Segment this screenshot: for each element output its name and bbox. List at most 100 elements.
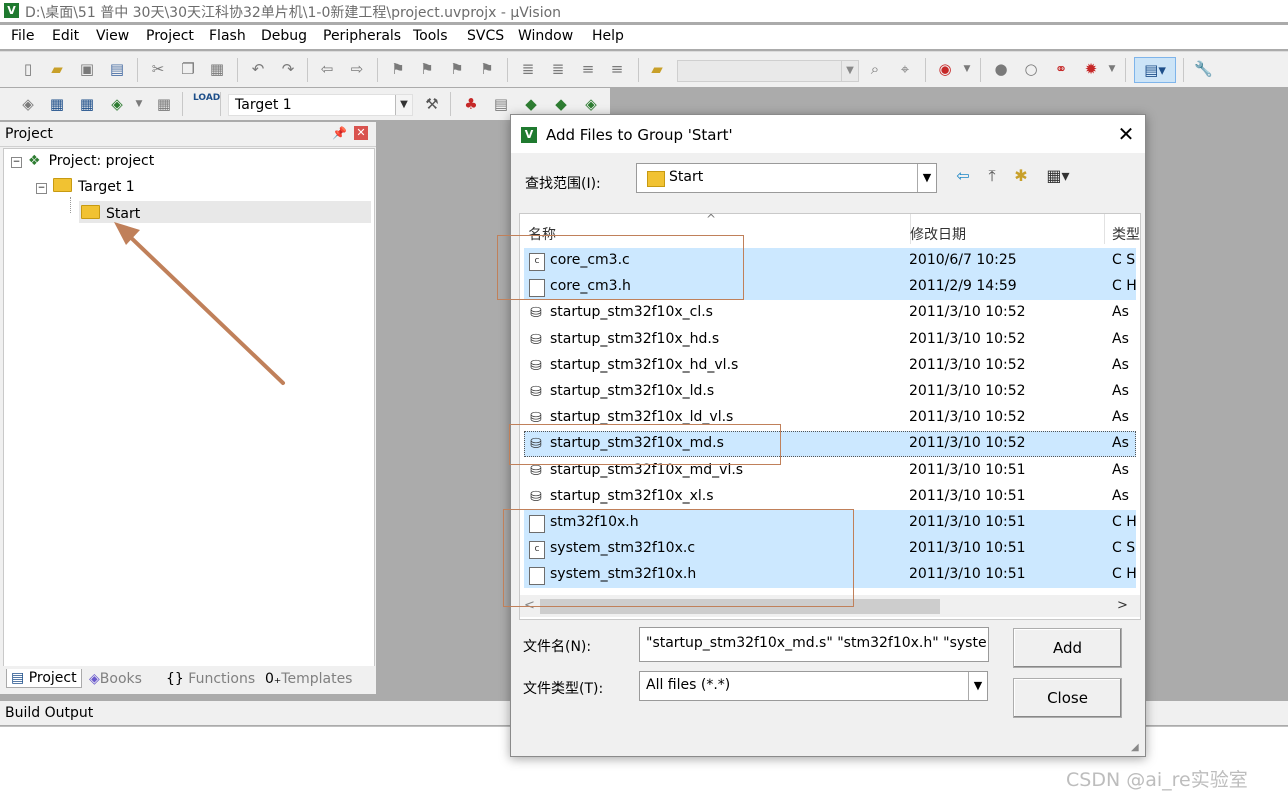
view-menu-icon[interactable]: ▦▾ [1041,166,1075,186]
toolbar-separator [450,92,451,116]
file-row[interactable]: ⛁ startup_stm32f10x_hd_vl.s 2011/3/10 10:5… [524,353,1136,379]
menu-file[interactable]: File [11,28,34,44]
indent-icon[interactable]: ≣ [519,60,537,78]
menu-peripherals[interactable]: Peripherals [323,28,401,44]
filetype-select[interactable]: All files (*.*) ▼ [639,671,988,701]
close-icon[interactable]: ✕ [1114,122,1138,146]
open-folder-icon[interactable]: ▰ [48,60,66,78]
chevron-down-icon[interactable]: ▼ [1103,60,1121,78]
close-icon[interactable]: ✕ [354,126,368,140]
comment-icon[interactable]: ≡ [579,60,597,78]
file-date: 2011/3/10 10:52 [909,304,1026,321]
menu-window[interactable]: Window [518,28,573,44]
breakpoint-disable-all-icon[interactable]: ⚭ [1052,60,1070,78]
debug-session-icon[interactable]: ◉ [936,60,954,78]
batch-build-icon[interactable]: ◈ [108,95,126,113]
breakpoint-insert-icon[interactable]: ● [992,60,1010,78]
save-icon[interactable]: ▣ [78,60,96,78]
breakpoint-kill-all-icon[interactable]: ✹ [1082,60,1100,78]
tree-item-group-start[interactable]: Start [79,201,371,223]
column-header-type[interactable]: 类型 [1112,224,1140,244]
column-header-date[interactable]: 修改日期 [910,224,966,244]
project-panel-title: Project [5,126,53,142]
chevron-down-icon[interactable]: ▼ [917,164,936,192]
save-all-icon[interactable]: ▤ [108,60,126,78]
file-row[interactable]: ⛁ startup_stm32f10x_xl.s 2011/3/10 10:51 As [524,484,1136,510]
target-select[interactable]: Target 1 ▼ [228,94,413,116]
pack-installer-icon[interactable]: ◆ [552,95,570,113]
tab-project[interactable]: ▤ Project [6,669,82,688]
chevron-down-icon[interactable]: ▼ [968,672,987,700]
look-in-select[interactable]: Start ▼ [636,163,937,193]
manage-project-icon[interactable]: ▤ [492,95,510,113]
translate-icon[interactable]: ◈ [19,95,37,113]
collapse-icon[interactable]: − [36,183,47,194]
toolbar-separator [377,58,378,82]
file-row[interactable]: ⛁ startup_stm32f10x_cl.s 2011/3/10 10:52 As [524,300,1136,326]
new-folder-icon[interactable]: ✱ [1010,166,1032,186]
build-icon[interactable]: ▦ [48,95,66,113]
pin-icon[interactable]: 📌 [332,126,347,140]
menu-project[interactable]: Project [146,28,194,44]
chevron-down-icon[interactable]: ▼ [395,95,412,115]
tab-functions[interactable]: {} Functions [166,671,255,687]
paste-icon[interactable]: ▦ [208,60,226,78]
find-combo[interactable]: ▼ [677,60,859,82]
unindent-icon[interactable]: ≣ [549,60,567,78]
file-type: C H [1112,566,1137,583]
close-button[interactable]: Close [1013,678,1122,718]
manage-components-icon[interactable]: ♣ [462,95,480,113]
resize-grip-icon[interactable]: ◢ [1131,742,1139,753]
file-row[interactable]: ⛁ startup_stm32f10x_ld.s 2011/3/10 10:52 As [524,379,1136,405]
tab-templates[interactable]: 0₊Templates [265,671,352,687]
back-arrow-icon[interactable]: ⇦ [952,166,974,186]
file-row[interactable]: ⛁ startup_stm32f10x_hd.s 2011/3/10 10:52 As [524,327,1136,353]
run-time-environment-icon[interactable]: ◈ [582,95,600,113]
chevron-down-icon[interactable]: ▼ [958,60,976,78]
menu-flash[interactable]: Flash [209,28,246,44]
redo-icon[interactable]: ↷ [279,60,297,78]
breakpoint-disable-icon[interactable]: ○ [1022,60,1040,78]
menu-tools[interactable]: Tools [413,28,448,44]
chevron-down-icon[interactable]: ▼ [841,61,858,81]
bookmark-icon[interactable]: ⚑ [389,60,407,78]
configure-wrench-icon[interactable]: 🔧 [1194,60,1213,78]
file-date: 2011/3/10 10:52 [909,383,1026,399]
cut-icon[interactable]: ✂ [149,60,167,78]
tree-item-project-root[interactable]: − ❖ Project: project [11,153,154,169]
up-folder-icon[interactable]: ⤒ [981,166,1003,186]
add-button[interactable]: Add [1013,628,1122,668]
chevron-down-icon[interactable]: ▼ [130,95,148,113]
target-options-icon[interactable]: ⚒ [423,95,441,113]
collapse-icon[interactable]: − [11,157,22,168]
find-icon[interactable]: ⌕ [866,60,884,78]
window-layout-icon[interactable]: ▤▾ [1134,57,1176,83]
bookmark-next-icon[interactable]: ⚑ [448,60,466,78]
uncomment-icon[interactable]: ≡ [608,60,626,78]
build-output-title: Build Output [5,705,94,721]
stop-build-icon[interactable]: ▦ [155,95,173,113]
nav-back-icon[interactable]: ⇦ [318,60,336,78]
nav-forward-icon[interactable]: ⇨ [348,60,366,78]
tab-books[interactable]: ◈Books [89,671,142,687]
select-pack-icon[interactable]: ◆ [522,95,540,113]
bookmark-prev-icon[interactable]: ⚑ [418,60,436,78]
download-load-icon[interactable]: LOAD [193,93,220,111]
target-select-value: Target 1 [235,97,292,113]
undo-icon[interactable]: ↶ [249,60,267,78]
find-in-files-icon[interactable]: ▰ [648,60,666,78]
incremental-find-icon[interactable]: ⌖ [896,60,914,78]
scroll-right-icon[interactable]: > [1117,598,1128,613]
rebuild-icon[interactable]: ▦ [78,95,96,113]
menu-view[interactable]: View [96,28,129,44]
bookmark-clear-icon[interactable]: ⚑ [478,60,496,78]
menu-debug[interactable]: Debug [261,28,307,44]
tree-item-target[interactable]: − Target 1 [36,178,135,195]
asm-file-icon: ⛁ [530,384,542,400]
copy-icon[interactable]: ❐ [179,60,197,78]
new-file-icon[interactable]: ▯ [19,60,37,78]
menu-help[interactable]: Help [592,28,624,44]
menu-edit[interactable]: Edit [52,28,79,44]
menu-svcs[interactable]: SVCS [467,28,504,44]
filename-input[interactable]: "startup_stm32f10x_md.s" "stm32f10x.h" "… [639,627,989,662]
